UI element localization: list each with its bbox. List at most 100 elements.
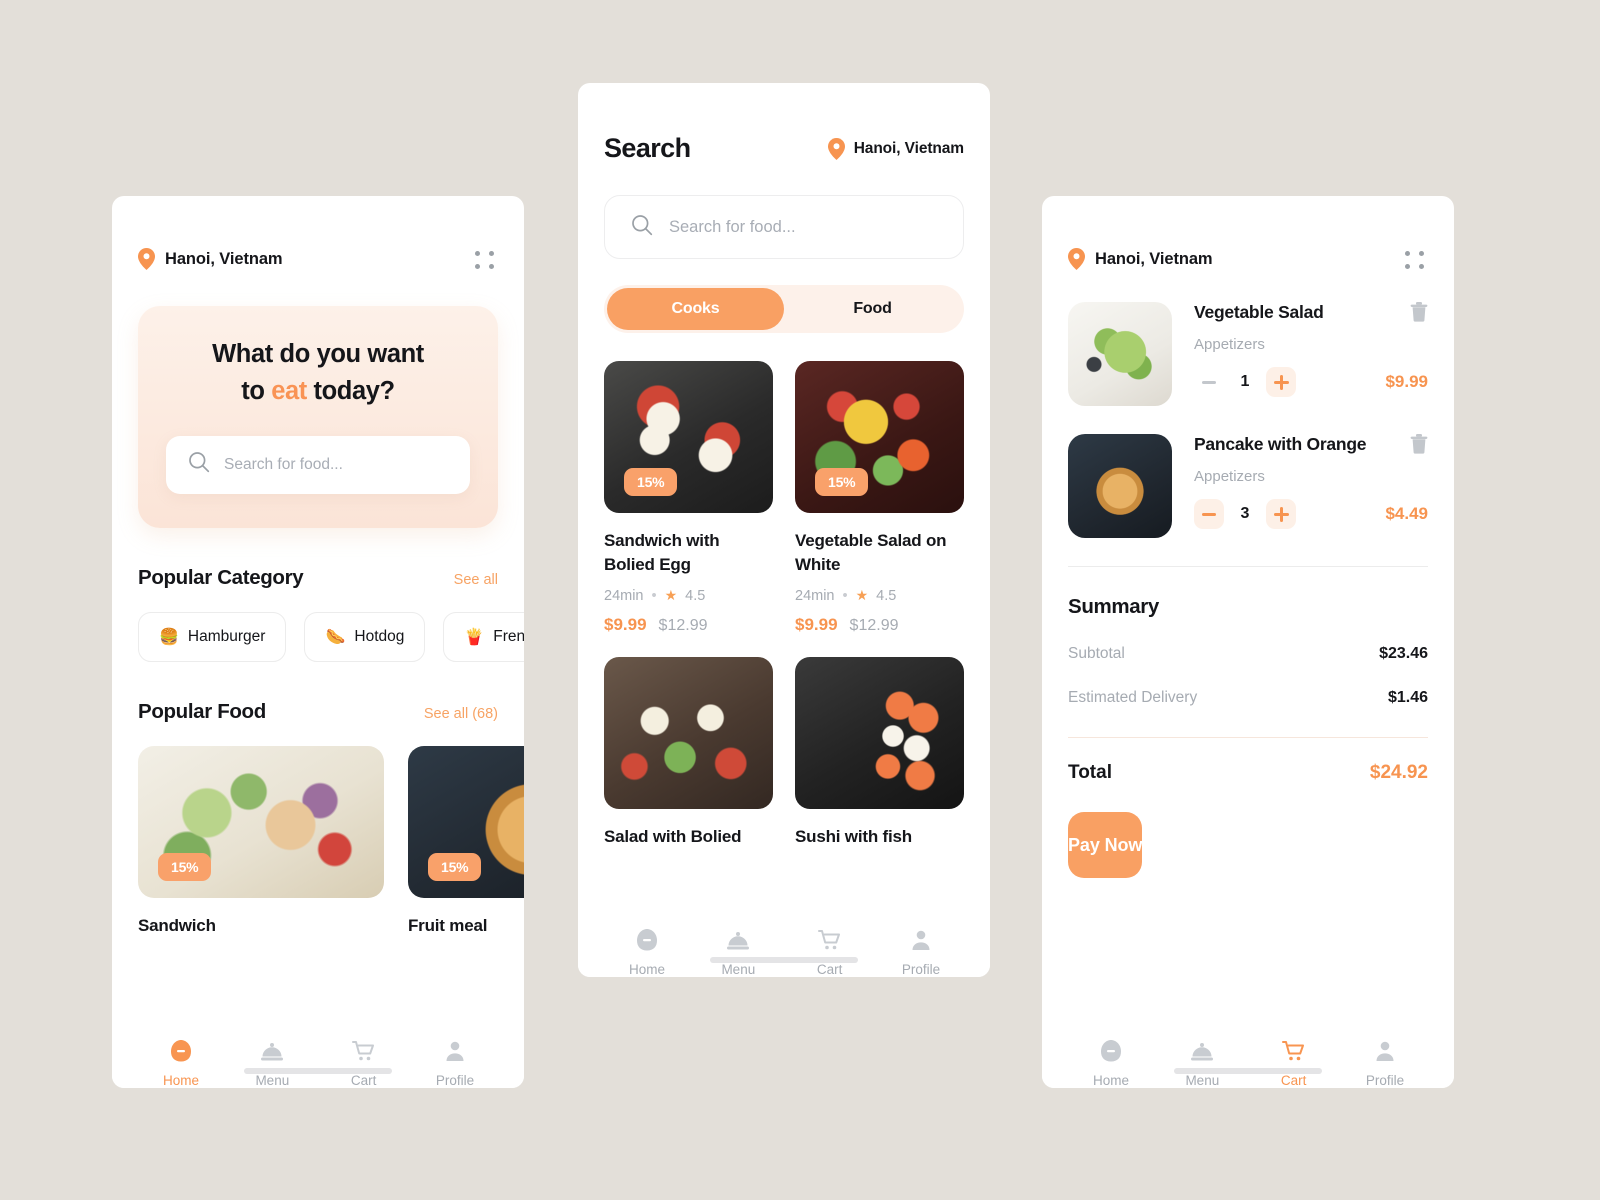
home-screen-panel: Hanoi, Vietnam What do you want to eat t…: [112, 196, 524, 1088]
cart-item: Vegetable Salad Appetizers 1 $9.99: [1068, 302, 1428, 406]
price-current: $9.99: [795, 615, 838, 635]
hero-heading: What do you want to eat today?: [166, 336, 470, 410]
result-price: $9.99 $12.99: [604, 615, 773, 635]
popular-food-list: 15% Sandwich 15% Fruit meal: [112, 745, 524, 936]
trash-icon[interactable]: [1410, 434, 1428, 459]
grid-dots-icon[interactable]: [1402, 246, 1428, 272]
quantity-value: 3: [1240, 505, 1250, 522]
pay-now-button[interactable]: Pay Now: [1068, 812, 1142, 878]
search-result-card[interactable]: 15% Vegetable Salad on White 24min • ★ 4…: [795, 361, 964, 635]
result-image: [795, 657, 964, 810]
tab-label: Profile: [1365, 1073, 1405, 1088]
home-icon: [1098, 1038, 1124, 1064]
popular-category-see-all[interactable]: See all: [454, 572, 498, 588]
home-indicator: [1174, 1068, 1322, 1074]
summary-title: Summary: [1068, 595, 1159, 618]
cloche-icon: [259, 1038, 285, 1064]
summary-label: Estimated Delivery: [1068, 689, 1198, 706]
home-header: Hanoi, Vietnam: [112, 196, 524, 272]
hero-line-2-after: today?: [306, 376, 396, 405]
popular-food-see-all[interactable]: See all (68): [424, 706, 498, 722]
summary-row-delivery: Estimated Delivery $1.46: [1068, 689, 1428, 707]
quantity-stepper: 1: [1194, 367, 1296, 397]
summary-value: $23.46: [1379, 645, 1428, 662]
total-label: Total: [1068, 762, 1112, 783]
popular-food-header: Popular Food See all (68): [112, 700, 524, 724]
location-label: Hanoi, Vietnam: [165, 249, 283, 268]
cart-item-thumbnail: [1068, 302, 1172, 406]
search-result-card[interactable]: Salad with Bolied: [604, 657, 773, 849]
search-result-card[interactable]: 15% Sandwich with Bolied Egg 24min • ★ 4…: [604, 361, 773, 635]
home-icon: [168, 1038, 194, 1064]
cart-item-category: Appetizers: [1194, 336, 1265, 353]
tab-profile[interactable]: Profile: [882, 927, 960, 977]
category-chip-label: Hotdog: [354, 627, 405, 645]
cart-screen-panel: Hanoi, Vietnam Vegetable Salad Appetizer…: [1042, 196, 1454, 1088]
increase-quantity-button[interactable]: [1266, 367, 1296, 397]
category-chip-hotdog[interactable]: 🌭 Hotdog: [304, 611, 426, 662]
toggle-label: Food: [853, 300, 892, 317]
location-label: Hanoi, Vietnam: [1095, 249, 1213, 268]
tab-profile[interactable]: Profile: [416, 1038, 494, 1088]
grid-dots-icon[interactable]: [472, 246, 498, 272]
location-selector[interactable]: Hanoi, Vietnam: [1068, 248, 1213, 270]
tab-label: Cart: [1280, 1073, 1307, 1088]
toggle-food[interactable]: Food: [784, 288, 961, 330]
cart-item-image: [1068, 434, 1172, 538]
profile-icon: [1372, 1038, 1398, 1064]
cart-item-price: $9.99: [1385, 372, 1428, 391]
tab-home[interactable]: Home: [608, 927, 686, 977]
tab-label: Menu: [1185, 1073, 1220, 1088]
food-thumbnail: 15%: [408, 745, 524, 898]
hamburger-icon: 🍔: [159, 628, 179, 646]
tab-menu[interactable]: Menu: [233, 1038, 311, 1088]
increase-quantity-button[interactable]: [1266, 499, 1296, 529]
cart-item-price: $4.49: [1385, 504, 1428, 523]
category-chip-label: Hamburger: [187, 627, 266, 645]
tab-home[interactable]: Home: [142, 1038, 220, 1088]
search-placeholder: Search for food...: [669, 217, 796, 236]
location-pin-icon: [138, 248, 155, 270]
tab-cart[interactable]: Cart: [1255, 1038, 1333, 1088]
tab-label: Cart: [350, 1073, 377, 1088]
decrease-quantity-button[interactable]: [1194, 367, 1224, 397]
tab-menu[interactable]: Menu: [699, 927, 777, 977]
decrease-quantity-button[interactable]: [1194, 499, 1224, 529]
hotdog-icon: 🌭: [325, 628, 346, 646]
home-search-input[interactable]: Search for food...: [166, 435, 470, 494]
summary-rule: [1068, 737, 1428, 738]
tab-label: Profile: [435, 1073, 475, 1088]
location-selector[interactable]: Hanoi, Vietnam: [138, 248, 283, 270]
popular-category-header: Popular Category See all: [112, 566, 524, 590]
hero-line-2-before: to: [241, 376, 272, 405]
location-selector[interactable]: Hanoi, Vietnam: [827, 137, 964, 160]
trash-icon[interactable]: [1410, 302, 1428, 327]
search-result-card[interactable]: Sushi with fish: [795, 657, 964, 849]
popular-food-card[interactable]: 15% Sandwich: [138, 745, 384, 936]
popular-category-title: Popular Category: [138, 565, 304, 589]
search-filter-toggle: Cooks Food: [604, 285, 964, 333]
search-screen-panel: Search Hanoi, Vietnam Search for food...…: [578, 83, 990, 977]
rating-value: 4.5: [685, 587, 706, 604]
home-icon: [634, 927, 660, 953]
tab-menu[interactable]: Menu: [1163, 1038, 1241, 1088]
summary-label: Subtotal: [1068, 645, 1125, 662]
home-indicator: [710, 957, 858, 963]
cart-item-image: [1068, 302, 1172, 406]
cart-item-name: Vegetable Salad: [1194, 302, 1324, 322]
tab-label: Home: [162, 1073, 199, 1088]
toggle-cooks[interactable]: Cooks: [607, 288, 784, 330]
tab-profile[interactable]: Profile: [1346, 1038, 1424, 1088]
cart-icon: [351, 1038, 377, 1064]
search-input[interactable]: Search for food...: [604, 195, 964, 259]
tab-cart[interactable]: Cart: [325, 1038, 403, 1088]
category-chip-hamburger[interactable]: 🍔 Hamburger: [138, 611, 287, 662]
food-name: Sandwich: [138, 915, 216, 935]
tab-home[interactable]: Home: [1072, 1038, 1150, 1088]
result-name: Salad with Bolied: [604, 827, 742, 847]
popular-food-card[interactable]: 15% Fruit meal: [408, 745, 524, 936]
tab-cart[interactable]: Cart: [791, 927, 869, 977]
result-name: Vegetable Salad on White: [795, 531, 947, 575]
home-search-placeholder: Search for food...: [224, 455, 343, 473]
category-chip-french-fries[interactable]: 🍟 French fries: [443, 611, 524, 662]
